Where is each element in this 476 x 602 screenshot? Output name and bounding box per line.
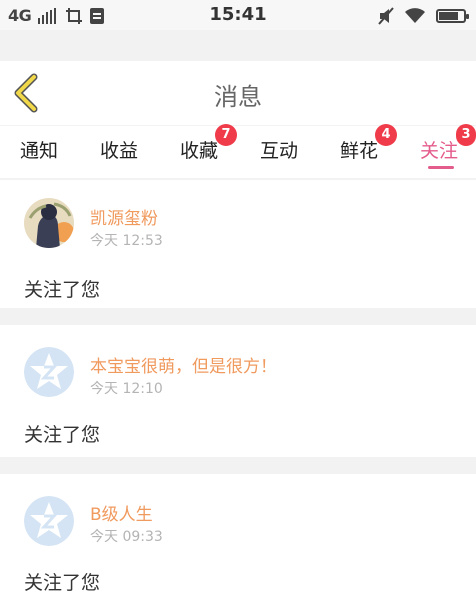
follows-badge: 3 [456,124,476,146]
status-right [378,7,469,25]
tab-flowers[interactable]: 鲜花 4 [340,124,397,163]
message-text: 关注了您 [24,279,101,301]
tab-label: 收益 [100,140,139,162]
message-time: 今天 12:53 [90,233,163,249]
tab-notifications[interactable]: 通知 [20,136,58,163]
message-card[interactable]: 凯源玺粉 今天 12:53 关注了您 [0,180,476,308]
user-photo-icon [24,198,74,248]
tab-bar: 通知 收益 收藏 7 互动 鲜花 4 关注 3 [0,124,476,178]
message-text: 关注了您 [24,572,101,594]
avatar[interactable] [24,198,74,248]
favorites-badge: 7 [215,124,237,146]
avatar[interactable] [24,347,74,397]
tab-label: 收藏 [180,140,219,162]
message-card[interactable]: 本宝宝很萌，但是很方！ 今天 12:10 关注了您 [0,325,476,457]
flowers-badge: 4 [375,124,397,146]
tab-label: 关注 [420,140,459,162]
tab-follows[interactable]: 关注 3 [420,124,476,163]
message-time: 今天 12:10 [90,381,163,397]
star-avatar-icon [24,347,74,397]
message-time: 今天 09:33 [90,529,163,545]
avatar[interactable] [24,496,74,546]
user-name[interactable]: 凯源玺粉 [90,204,158,229]
page-title: 消息 [214,83,262,111]
user-name[interactable]: 本宝宝很萌，但是很方！ [90,352,277,377]
battery-icon [436,9,469,23]
message-text: 关注了您 [24,424,101,446]
tab-label: 鲜花 [340,140,379,162]
mute-icon [378,7,394,25]
tab-favorites[interactable]: 收藏 7 [180,124,237,163]
header: 消息 [0,61,476,125]
battery-level [439,12,458,20]
user-name[interactable]: B级人生 [90,500,153,525]
message-card[interactable]: B级人生 今天 09:33 关注了您 [0,474,476,602]
status-bar: 4G 15:41 [0,0,476,30]
tab-label: 通知 [20,140,59,162]
tab-label: 互动 [260,140,299,162]
star-avatar-icon [24,496,74,546]
active-tab-indicator [428,166,454,169]
tab-interactions[interactable]: 互动 [260,136,298,163]
tab-earnings[interactable]: 收益 [100,136,138,163]
wifi-icon [405,8,425,23]
